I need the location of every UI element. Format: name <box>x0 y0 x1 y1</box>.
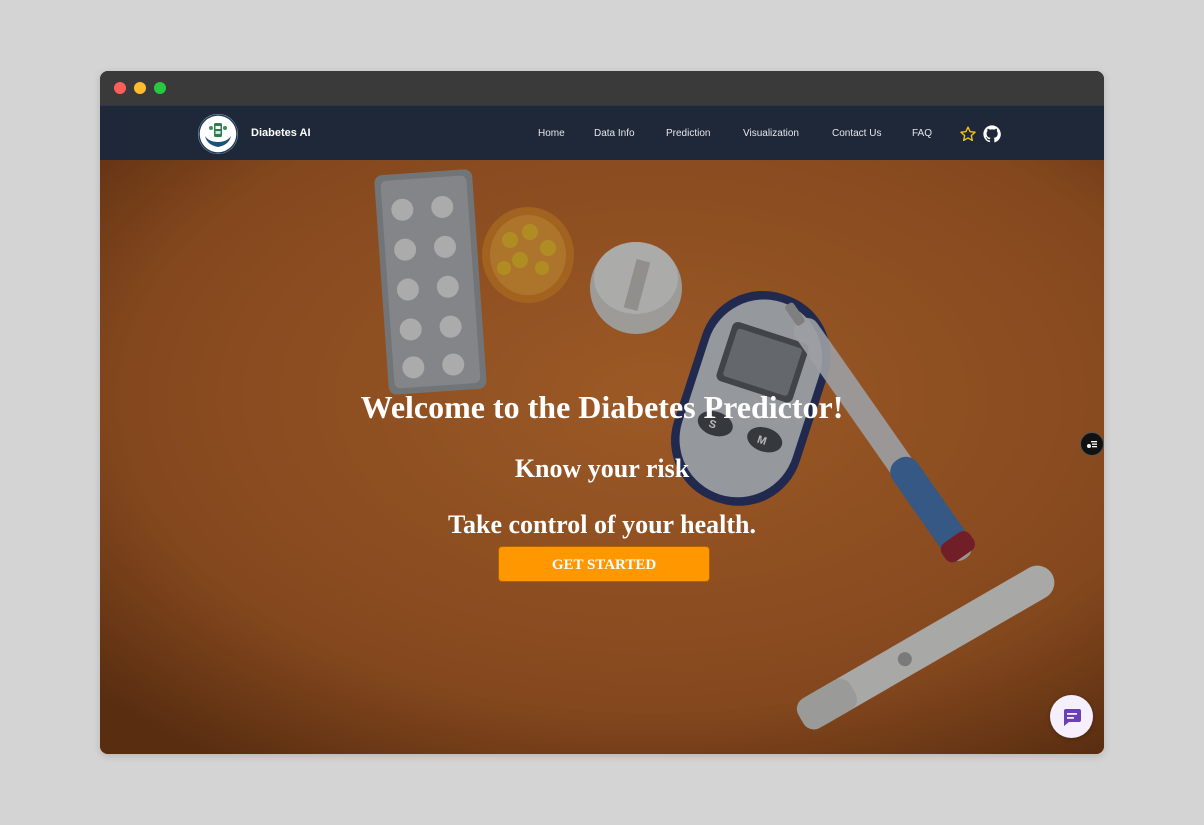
brand-name[interactable]: Diabetes AI <box>251 127 311 139</box>
chat-bubble-icon <box>1064 709 1081 726</box>
nav-link-contact-us[interactable]: Contact Us <box>832 128 881 139</box>
hands-logo-icon <box>198 114 238 154</box>
nav-link-prediction[interactable]: Prediction <box>666 128 710 139</box>
star-icon[interactable] <box>959 125 977 143</box>
side-settings-widget[interactable] <box>1080 432 1104 456</box>
maximize-window-button[interactable] <box>154 82 166 94</box>
settings-list-icon <box>1087 441 1097 448</box>
nav-link-faq[interactable]: FAQ <box>912 128 932 139</box>
browser-window: Diabetes AI Home Data Info Prediction Vi… <box>100 71 1104 754</box>
chat-button[interactable] <box>1050 695 1093 738</box>
hero-subtitle-control: Take control of your health. <box>448 510 756 539</box>
get-started-button[interactable]: GET STARTED <box>498 546 710 582</box>
minimize-window-button[interactable] <box>134 82 146 94</box>
navbar: Diabetes AI Home Data Info Prediction Vi… <box>100 105 1104 161</box>
close-window-button[interactable] <box>114 82 126 94</box>
hero-subtitle-risk: Know your risk <box>514 454 690 483</box>
hero-title: Welcome to the Diabetes Predictor! <box>360 389 844 425</box>
github-icon[interactable] <box>983 125 1001 143</box>
nav-link-visualization[interactable]: Visualization <box>743 128 799 139</box>
hero-section: S M Welcome to the Diabetes Predictor! K… <box>100 160 1104 754</box>
nav-link-home[interactable]: Home <box>538 128 565 139</box>
title-bar <box>100 71 1104 105</box>
nav-link-data-info[interactable]: Data Info <box>594 128 635 139</box>
brand-logo[interactable] <box>198 114 238 154</box>
